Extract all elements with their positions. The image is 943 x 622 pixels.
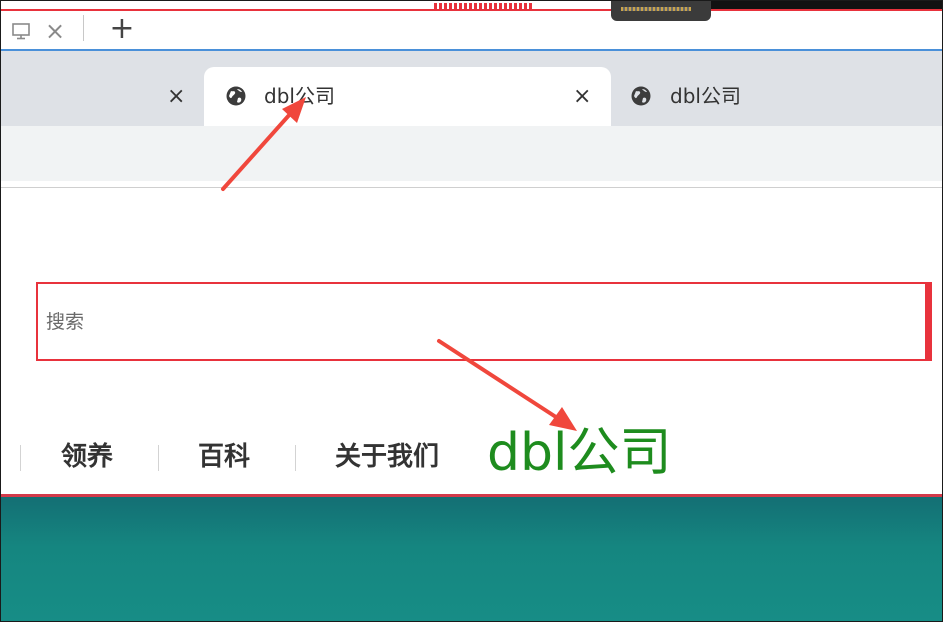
taskbar-thumbnail — [611, 1, 711, 21]
close-icon[interactable]: × — [43, 18, 67, 44]
nav-item-about[interactable]: 关于我们 — [335, 439, 439, 475]
search-input[interactable] — [46, 308, 846, 336]
browser-toolbar — [1, 126, 942, 181]
nav-item-wiki[interactable]: 百科 — [198, 439, 250, 475]
tab-close-button[interactable]: × — [573, 86, 591, 108]
monitor-icon[interactable] — [11, 21, 31, 41]
nav-divider — [20, 445, 21, 471]
globe-icon — [226, 86, 246, 106]
tab-close-button[interactable]: × — [167, 86, 185, 108]
tab-title: dbl公司 — [670, 84, 741, 108]
nav-item-adopt[interactable]: 领养 — [61, 439, 113, 475]
tab-title: dbl公司 — [264, 84, 335, 108]
hero-banner — [1, 497, 942, 621]
main-nav: 领养 百科 关于我们 — [1, 433, 942, 483]
tab-inactive[interactable]: dbl公司 — [613, 67, 942, 126]
tab-active[interactable]: dbl公司 × — [204, 67, 611, 126]
annotation-red-line — [1, 9, 942, 11]
globe-icon — [631, 86, 651, 106]
search-box[interactable] — [36, 282, 932, 361]
toolbar-separator — [83, 15, 84, 41]
nav-divider — [295, 445, 296, 471]
new-tab-button[interactable]: + — [108, 14, 136, 44]
page-content: 领养 百科 关于我们 dbl公司 — [1, 188, 942, 494]
window-top-strip: × + — [1, 1, 942, 51]
tab-strip: × dbl公司 × dbl公司 — [1, 51, 942, 126]
top-dark-bar — [711, 1, 942, 9]
brand-name: dbl公司 — [487, 423, 672, 483]
toolbar-divider — [1, 181, 942, 188]
search-box-edge — [925, 282, 932, 361]
screenshot-frame: × + × dbl公司 × dbl公司 搜索 领养 百科 关于我们 dbl公司 — [0, 0, 943, 622]
nav-divider — [158, 445, 159, 471]
